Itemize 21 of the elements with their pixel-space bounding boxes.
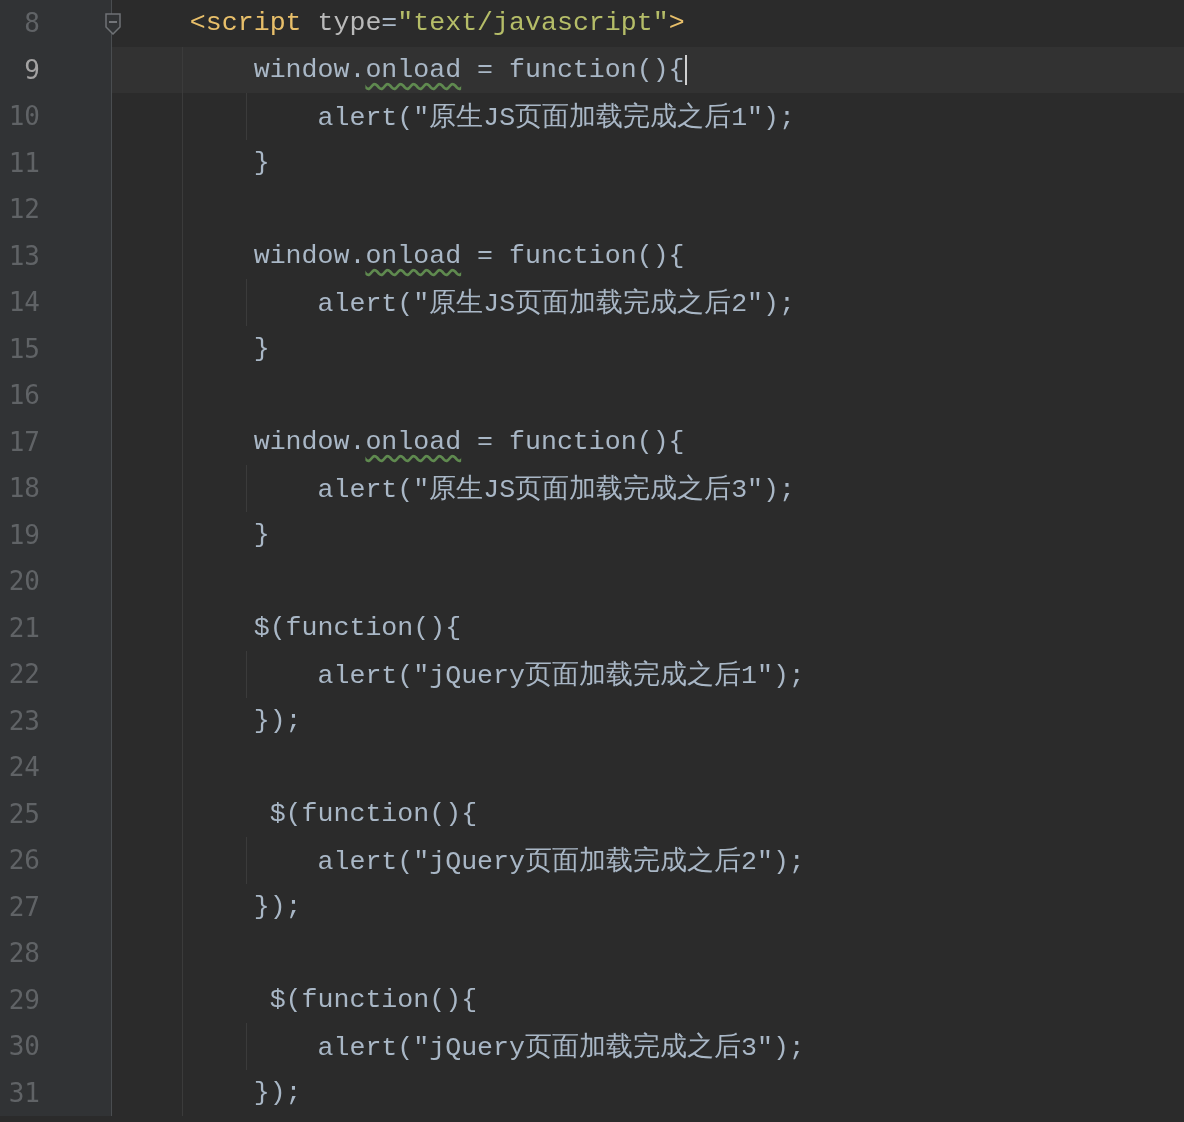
code-line: $(function(){ xyxy=(268,984,478,1015)
code-line: alert("jQuery页面加载完成之后2"); xyxy=(316,845,805,879)
code-line: }); xyxy=(252,1077,302,1108)
fold-icon[interactable] xyxy=(104,13,122,35)
code-line: $(function(){ xyxy=(268,798,478,829)
code-line: alert("jQuery页面加载完成之后1"); xyxy=(316,659,805,693)
code-line: }); xyxy=(252,891,302,922)
code-line: } xyxy=(252,519,270,550)
code-line: window.onload = function(){ xyxy=(252,54,685,85)
code-line: <script type="text/javascript"> xyxy=(188,8,685,39)
code-line: window.onload = function(){ xyxy=(252,240,685,271)
code-line: alert("原生JS页面加载完成之后3"); xyxy=(316,473,795,507)
code-line: alert("原生JS页面加载完成之后1"); xyxy=(316,101,795,135)
code-line: alert("原生JS页面加载完成之后2"); xyxy=(316,287,795,321)
code-line: window.onload = function(){ xyxy=(252,426,685,457)
line-number: 9 xyxy=(23,54,40,85)
code-line: alert("jQuery页面加载完成之后3"); xyxy=(316,1031,805,1065)
code-line: } xyxy=(252,333,270,364)
code-line: } xyxy=(252,147,270,178)
code-line: $(function(){ xyxy=(252,612,462,643)
code-line: }); xyxy=(252,705,302,736)
